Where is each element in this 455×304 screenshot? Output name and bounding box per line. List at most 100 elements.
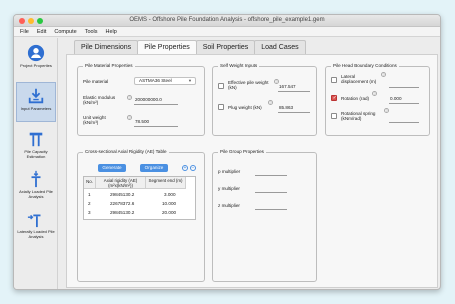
ae-table-group: Cross-sectional Axial Rigidity (AE) Tabl… — [77, 149, 205, 282]
cell-axial-rigidity[interactable]: 29845130.2 — [110, 190, 134, 199]
rotational-spring-label: Rotational spring (kNm/rad) — [341, 111, 375, 121]
elastic-modulus-unit: (kN/m²) — [83, 100, 99, 106]
elastic-modulus-field[interactable]: 200000000.0 — [135, 97, 162, 102]
chevron-down-icon: ▼ — [188, 78, 192, 83]
field-underline — [134, 104, 178, 105]
z-multiplier-field[interactable] — [255, 209, 287, 210]
window-title: OEMS - Offshore Pile Foundation Analysis… — [129, 17, 325, 23]
lateral-pile-icon — [27, 214, 41, 228]
remove-row-icon[interactable]: − — [190, 165, 196, 171]
app-window: OEMS - Offshore Pile Foundation Analysis… — [13, 14, 441, 290]
menu-tools[interactable]: Tools — [85, 29, 98, 35]
group-title: Self Weight Inputs — [218, 63, 260, 68]
boundary-conditions-group: Pile Head Boundary Conditions Lateral di… — [325, 63, 430, 136]
cell-segment-end[interactable]: 3.000 — [164, 190, 176, 199]
tab-panel: Pile Material Properties Pile material A… — [66, 54, 438, 288]
unit-weight-unit: (kN/m³) — [83, 120, 99, 126]
pile-group-properties-group: Pile Group Properties p multiplier y mul… — [212, 149, 317, 282]
sidebar-item-label: Pile Capacity Estimation — [24, 149, 48, 159]
ae-table: No. Axial rigidity (AE) (m²x(kN/m²)) Seg… — [83, 176, 196, 220]
elastic-modulus-label: Elastic modulus (kN/m²) — [83, 95, 115, 105]
info-icon[interactable]: ? — [384, 108, 389, 113]
field-underline — [278, 112, 310, 113]
effective-weight-unit: (kN) — [228, 85, 237, 91]
p-multiplier-field[interactable] — [255, 175, 287, 176]
effective-weight-checkbox[interactable] — [218, 83, 224, 89]
add-row-icon[interactable]: + — [182, 165, 188, 171]
pile-capacity-icon — [29, 132, 43, 147]
plug-weight-label: Plug weight (kN) — [228, 105, 262, 110]
field-underline — [134, 126, 178, 127]
info-icon[interactable]: ? — [381, 72, 386, 77]
field-underline — [278, 91, 310, 92]
group-title: Cross-sectional Axial Rigidity (AE) Tabl… — [83, 149, 169, 154]
sidebar-item-project-properties[interactable]: Project Properties — [16, 40, 56, 80]
lateral-displacement-checkbox[interactable] — [331, 77, 337, 83]
rotation-label: Rotation (rad) — [341, 96, 370, 101]
unit-weight-field[interactable]: 78.500 — [135, 119, 149, 124]
main-area: Pile Dimensions Pile Properties Soil Pro… — [60, 38, 440, 289]
menu-compute[interactable]: Compute — [54, 29, 76, 35]
cell-row-number: 2 — [88, 201, 91, 206]
menu-help[interactable]: Help — [106, 29, 117, 35]
pile-material-group: Pile Material Properties Pile material A… — [77, 63, 205, 136]
generate-button[interactable]: Generate — [98, 164, 126, 172]
column-header-axial-rigidity[interactable]: Axial rigidity (AE) (m²x(kN/m²)) — [96, 177, 146, 189]
tab-load-cases[interactable]: Load Cases — [254, 40, 306, 54]
p-multiplier-label: p multiplier — [218, 169, 241, 174]
cell-axial-rigidity[interactable]: 22678372.6 — [110, 199, 134, 208]
sidebar-item-axially-loaded[interactable]: Axially Loaded Pile Analysis — [16, 166, 56, 206]
title-bar: OEMS - Offshore Pile Foundation Analysis… — [14, 15, 440, 27]
cell-row-number: 1 — [88, 192, 91, 197]
cell-segment-end[interactable]: 10.000 — [162, 199, 176, 208]
field-underline — [389, 103, 419, 104]
cell-row-number: 3 — [88, 210, 91, 215]
sidebar-item-input-parameters[interactable]: Input Parameters — [16, 82, 56, 122]
person-icon — [27, 44, 45, 62]
column-header-no[interactable]: No. — [84, 177, 96, 189]
sidebar-item-label: Axially Loaded Pile Analysis — [19, 189, 53, 199]
menu-file[interactable]: File — [20, 29, 29, 35]
lateral-displacement-unit: displacement (m) — [341, 79, 377, 85]
group-title: Pile Head Boundary Conditions — [331, 63, 399, 68]
info-icon[interactable]: ? — [127, 95, 132, 100]
info-icon[interactable]: ? — [268, 100, 273, 105]
rotation-checkbox[interactable] — [331, 95, 337, 101]
effective-weight-field[interactable]: 167.547 — [279, 84, 296, 89]
tab-soil-properties[interactable]: Soil Properties — [195, 40, 256, 54]
tab-pile-dimensions[interactable]: Pile Dimensions — [74, 40, 139, 54]
rotational-spring-unit: (kNm/rad) — [341, 116, 362, 122]
organize-button[interactable]: Organize — [140, 164, 168, 172]
rotational-spring-field[interactable] — [389, 122, 419, 123]
plug-weight-checkbox[interactable] — [218, 104, 224, 110]
menu-edit[interactable]: Edit — [37, 29, 46, 35]
sidebar-item-laterally-loaded[interactable]: Laterally Loaded Pile Analysis — [16, 206, 56, 246]
rotational-spring-checkbox[interactable] — [331, 113, 337, 119]
group-title: Pile Group Properties — [218, 149, 266, 154]
sidebar-item-label: Input Parameters — [20, 106, 52, 111]
y-multiplier-field[interactable] — [255, 192, 287, 193]
pile-material-select[interactable]: ASTMA36 Steel ▼ — [134, 77, 196, 85]
download-tray-icon — [28, 88, 44, 104]
info-icon[interactable]: ? — [127, 115, 132, 120]
unit-weight-label: Unit weight (kN/m³) — [83, 115, 106, 125]
y-multiplier-label: y multiplier — [218, 186, 240, 191]
sidebar-item-pile-capacity[interactable]: Pile Capacity Estimation — [16, 126, 56, 166]
self-weight-group: Self Weight Inputs Effective pile weight… — [212, 63, 317, 136]
info-icon[interactable]: ? — [372, 91, 377, 96]
plug-weight-field[interactable]: 85.863 — [279, 105, 293, 110]
cell-axial-rigidity[interactable]: 29845130.2 — [110, 208, 134, 217]
axial-pile-icon — [31, 170, 41, 188]
column-header-segment-end[interactable]: Segment end (m) — [146, 177, 186, 189]
sidebar: Project Properties Input Parameters Pile… — [14, 38, 58, 289]
menu-bar: File Edit Compute Tools Help — [14, 27, 440, 37]
lateral-displacement-field[interactable] — [389, 87, 419, 88]
rotation-field[interactable]: 0.000 — [390, 96, 402, 101]
z-multiplier-label: z multiplier — [218, 203, 240, 208]
lateral-displacement-label: Lateral displacement (m) — [341, 74, 376, 84]
group-title: Pile Material Properties — [83, 63, 135, 68]
sidebar-item-label: Project Properties — [20, 63, 52, 68]
pile-material-value: ASTMA36 Steel — [139, 78, 172, 83]
cell-segment-end[interactable]: 20.000 — [162, 208, 176, 217]
tab-pile-properties[interactable]: Pile Properties — [137, 40, 197, 54]
